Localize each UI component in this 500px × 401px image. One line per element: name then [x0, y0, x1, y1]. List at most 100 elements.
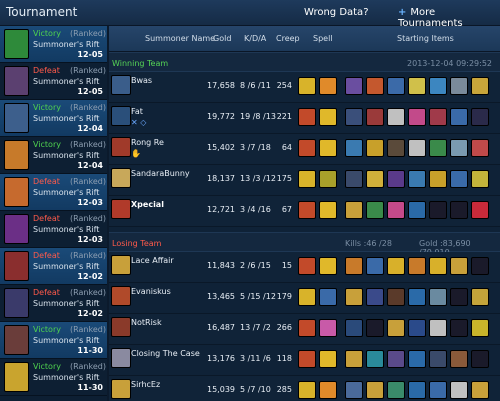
starting-item-icon [471, 139, 489, 157]
champion-portrait [4, 66, 29, 96]
player-creep: 118 [276, 354, 292, 363]
player-creep: 285 [276, 385, 292, 394]
match-mode: (Ranked) [70, 29, 106, 38]
starting-item-icon [366, 201, 384, 219]
match-list-item[interactable]: Defeat (Ranked) Summoner's Rift 12-05 [0, 63, 107, 100]
starting-item-icon [408, 288, 426, 306]
match-list-item[interactable]: Victory (Ranked) Summoner's Rift 11-30 [0, 359, 107, 396]
player-creep: 254 [276, 81, 292, 90]
summoner-name[interactable]: SirhcEz [131, 380, 160, 389]
match-list-item[interactable]: Victory (Ranked) Summoner's Rift 12-04 [0, 100, 107, 137]
match-mode: (Ranked) [70, 177, 106, 186]
player-gold: 13,176 [207, 354, 235, 363]
summoner-name[interactable]: SandaraBunny [131, 169, 190, 178]
starting-item-icon [366, 139, 384, 157]
summoner-name[interactable]: Rong Re [131, 138, 164, 147]
match-list-item[interactable]: Defeat (Ranked) Summoner's Rift 12-02 [0, 248, 107, 285]
match-result: Defeat [33, 177, 60, 186]
summoner-name[interactable]: Evaniskus [131, 287, 171, 296]
champion-icon [111, 255, 131, 275]
col-summoner-name: Summoner Name [145, 34, 216, 43]
starting-item-icon [471, 288, 489, 306]
summoner-spell-icon [319, 381, 337, 399]
summoner-name[interactable]: NotRisk [131, 318, 162, 327]
title-bar: Tournament Wrong Data? + More Tournaments [0, 0, 500, 29]
match-list-item[interactable]: Defeat (Ranked) Summoner's Rift 12-03 [0, 174, 107, 211]
match-list-item[interactable]: Victory (Ranked) Summoner's Rift 12-05 [0, 26, 107, 63]
player-row[interactable]: Bwas 17,658 8 /6 /11 254 [109, 72, 500, 103]
col-starting-items: Starting Items [397, 34, 454, 43]
match-mode: (Ranked) [70, 325, 106, 334]
starting-item-icon [450, 77, 468, 95]
match-list-item[interactable]: Defeat (Ranked) Summoner's Rift 12-03 [0, 211, 107, 248]
player-row[interactable]: SirhcEz 15,039 5 /7 /10 285 [109, 376, 500, 401]
match-date: 12-04 [77, 124, 103, 133]
player-creep: 64 [281, 143, 292, 152]
winning-team-header: Winning Team 2013-12-04 09:29:52 [109, 52, 500, 72]
match-result: Defeat [33, 251, 60, 260]
starting-item-icon [345, 139, 363, 157]
starting-item-icon [345, 257, 363, 275]
match-mode: (Ranked) [70, 140, 106, 149]
losing-team-header: Losing Team Kills :46 /28 Gold :83,690 /… [109, 232, 500, 257]
winning-team-label: Winning Team [112, 59, 169, 68]
player-creep: 15 [281, 261, 292, 270]
player-row[interactable]: Fat ✕ ◇ 19,772 19 /8 /13 221 [109, 103, 500, 134]
column-headers: Summoner Name Gold K/D/A Creep Spell Sta… [109, 26, 500, 52]
champion-portrait [4, 288, 29, 318]
player-kda: 13 /3 /12 [240, 174, 276, 183]
summoner-badges: ✕ ◇ [131, 118, 147, 127]
match-result: Defeat [33, 288, 60, 297]
champion-portrait [4, 325, 29, 355]
champion-portrait [4, 251, 29, 281]
match-result: Defeat [33, 66, 60, 75]
starting-item-icon [471, 108, 489, 126]
player-row[interactable]: NotRisk 16,487 13 /7 /2 266 [109, 314, 500, 345]
starting-item-icon [408, 77, 426, 95]
match-list-item[interactable]: Defeat (Ranked) Summoner's Rift 12-02 [0, 285, 107, 322]
match-map: Summoner's Rift [33, 40, 100, 49]
player-row[interactable]: SandaraBunny 18,137 13 /3 /12 175 [109, 165, 500, 196]
starting-item-icon [387, 257, 405, 275]
champion-portrait [4, 140, 29, 170]
player-row[interactable]: Closing The Case 13,176 3 /11 /6 118 [109, 345, 500, 376]
player-row[interactable]: Lace Affair 11,843 2 /6 /15 15 [109, 252, 500, 283]
summoner-spell-icon [298, 170, 316, 188]
match-mode: (Ranked) [70, 288, 106, 297]
starting-item-icon [345, 77, 363, 95]
champion-portrait [4, 362, 29, 392]
starting-item-icon [471, 319, 489, 337]
summoner-name[interactable]: Fat [131, 107, 143, 116]
starting-item-icon [450, 170, 468, 188]
player-row[interactable]: Xpecial 12,721 3 /4 /16 67 [109, 196, 500, 227]
starting-item-icon [471, 350, 489, 368]
wrong-data-link[interactable]: Wrong Data? [304, 7, 369, 18]
player-gold: 19,772 [207, 112, 235, 121]
starting-item-icon [471, 257, 489, 275]
player-row[interactable]: Rong Re ✋ 15,402 3 /7 /18 64 [109, 134, 500, 165]
summoner-badges: ✋ [131, 149, 141, 158]
starting-item-icon [387, 288, 405, 306]
match-date: 12-02 [77, 272, 103, 281]
champion-icon [111, 379, 131, 399]
starting-item-icon [408, 381, 426, 399]
match-list-item[interactable]: Victory (Ranked) Summoner's Rift 12-04 [0, 137, 107, 174]
summoner-name[interactable]: Bwas [131, 76, 152, 85]
match-timestamp: 2013-12-04 09:29:52 [407, 59, 492, 68]
match-history-list: Victory (Ranked) Summoner's Rift 12-05 Defea… [0, 26, 107, 401]
summoner-spell-icon [319, 108, 337, 126]
summoner-name[interactable]: Xpecial [131, 200, 164, 209]
match-map: Summoner's Rift [33, 373, 100, 382]
player-gold: 11,843 [207, 261, 235, 270]
champion-icon [111, 137, 131, 157]
summoner-spell-icon [298, 201, 316, 219]
starting-item-icon [471, 381, 489, 399]
summoner-name[interactable]: Lace Affair [131, 256, 174, 265]
starting-item-icon [345, 108, 363, 126]
summoner-spell-icon [319, 201, 337, 219]
champion-icon [111, 168, 131, 188]
starting-item-icon [429, 319, 447, 337]
match-list-item[interactable]: Victory (Ranked) Summoner's Rift 11-30 [0, 322, 107, 359]
starting-item-icon [366, 288, 384, 306]
player-row[interactable]: Evaniskus 13,465 5 /15 /12 179 [109, 283, 500, 314]
